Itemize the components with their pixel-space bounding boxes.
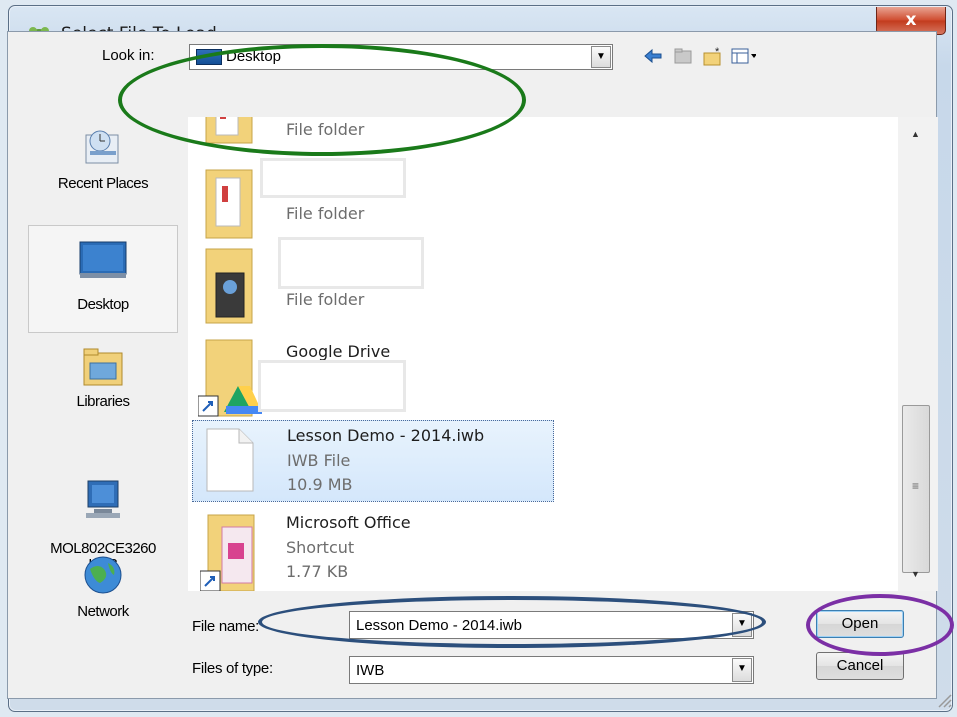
place-libraries[interactable]: Libraries <box>28 345 178 410</box>
libraries-icon <box>28 345 178 393</box>
network-globe-icon <box>28 553 178 603</box>
open-button[interactable]: Open <box>816 610 904 638</box>
look-in-dropdown[interactable]: Desktop ▼ <box>189 44 613 70</box>
place-label-network: Network <box>77 603 129 620</box>
file-name-text: Google Drive <box>286 342 391 361</box>
file-type-value: IWB <box>356 662 385 679</box>
chevron-down-icon[interactable]: ▼ <box>732 658 752 682</box>
file-type-text: Shortcut <box>286 538 355 557</box>
recent-places-icon <box>28 125 178 175</box>
look-in-value: Desktop <box>226 48 282 65</box>
iwb-file-icon <box>205 427 257 497</box>
file-type-text: File folder <box>286 290 365 309</box>
view-menu-icon[interactable] <box>730 44 756 68</box>
grip-icon: ≡ <box>912 479 920 493</box>
file-name-input[interactable]: Lesson Demo - 2014.iwb ▼ <box>349 611 754 639</box>
desktop-icon <box>196 49 222 65</box>
desktop-icon <box>29 240 177 284</box>
resize-grip-icon[interactable] <box>935 691 953 713</box>
place-desktop[interactable]: Desktop <box>28 225 178 333</box>
place-label-desktop: Desktop <box>77 296 129 313</box>
svg-text:*: * <box>715 46 720 58</box>
place-label-recent-places: Recent Places <box>57 175 149 192</box>
file-name-text: Microsoft Office <box>286 513 411 532</box>
dialog-toolbar: * <box>640 42 756 70</box>
computer-icon <box>28 461 178 525</box>
file-name-value: Lesson Demo - 2014.iwb <box>356 617 522 634</box>
file-size-text: 1.77 KB <box>286 562 349 581</box>
folder-icon <box>202 164 262 246</box>
file-item-folder-2[interactable]: File folder <box>192 158 552 246</box>
google-drive-folder-icon <box>197 336 262 424</box>
look-in-label: Look in: <box>102 47 155 64</box>
office-folder-icon <box>199 513 264 591</box>
places-bar: Recent Places Desktop Libraries MOL802CE… <box>28 115 181 680</box>
vertical-scrollbar[interactable]: ▲ ≡ ▼ <box>898 117 938 591</box>
scroll-up-arrow-icon[interactable]: ▲ <box>911 129 920 139</box>
up-folder-icon[interactable] <box>670 44 696 68</box>
file-type-text: File folder <box>286 204 365 223</box>
file-item-microsoft-office[interactable]: Microsoft Office Shortcut 1.77 KB <box>192 509 552 591</box>
place-recent-places[interactable]: Recent Places <box>28 125 178 192</box>
scrollbar-thumb[interactable]: ≡ <box>902 405 930 573</box>
file-type-select[interactable]: IWB ▼ <box>349 656 754 684</box>
folder-icon <box>202 117 262 151</box>
file-type-label: Files of type: <box>192 660 273 677</box>
place-label-libraries: Libraries <box>76 393 130 410</box>
file-name-label: File name: <box>192 618 260 635</box>
redacted-name <box>278 237 424 289</box>
redacted-name <box>260 158 406 198</box>
back-icon[interactable] <box>640 44 666 68</box>
chevron-down-icon[interactable]: ▼ <box>732 613 752 637</box>
file-item-google-drive[interactable]: Google Drive <box>192 330 552 417</box>
file-item-folder-3[interactable]: File folder <box>192 237 552 324</box>
new-folder-icon[interactable]: * <box>700 44 726 68</box>
file-type-text: File folder <box>286 120 365 139</box>
chevron-down-icon[interactable]: ▼ <box>591 46 611 68</box>
redacted-name <box>258 360 406 412</box>
file-name-text: Lesson Demo - 2014.iwb <box>287 426 485 445</box>
cancel-button[interactable]: Cancel <box>816 652 904 680</box>
file-item-lesson-demo[interactable]: Lesson Demo - 2014.iwb IWB File 10.9 MB <box>192 420 554 502</box>
file-size-text: 10.9 MB <box>287 475 353 494</box>
file-type-text: IWB File <box>287 451 351 470</box>
scroll-down-arrow-icon[interactable]: ▼ <box>911 569 920 579</box>
place-network[interactable]: Network <box>28 553 178 620</box>
folder-icon <box>202 243 262 331</box>
file-list[interactable]: File folder File folder File folder Goog… <box>188 117 938 591</box>
